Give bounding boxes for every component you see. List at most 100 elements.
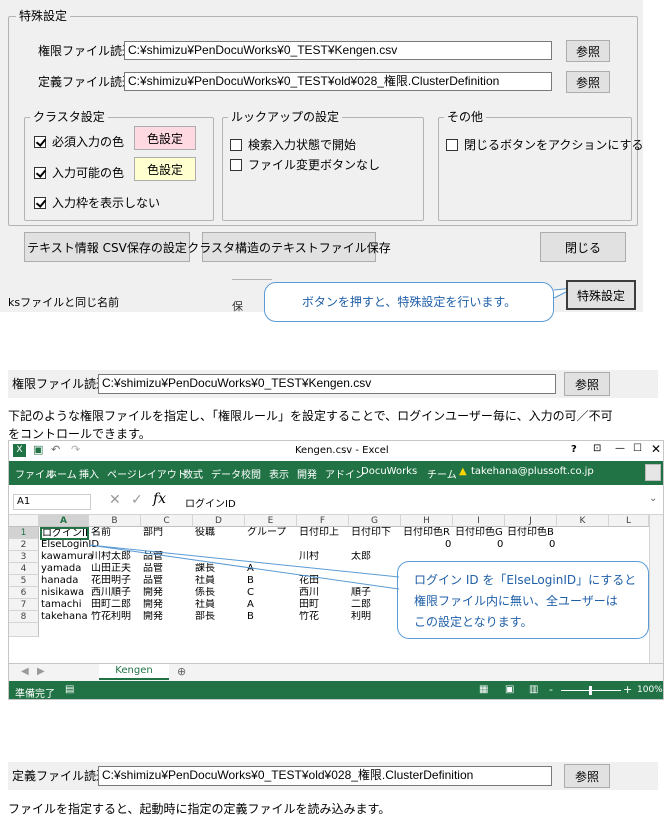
cell-a6[interactable]: nisikawa bbox=[41, 587, 84, 599]
input-color-checkbox[interactable]: 入力可能の色 bbox=[34, 164, 124, 181]
cell-h1[interactable]: 日付印色R bbox=[403, 527, 450, 539]
undo-icon[interactable]: ↶ bbox=[51, 443, 60, 456]
col-header-l[interactable]: L bbox=[609, 515, 649, 527]
cancel-icon[interactable]: ✕ bbox=[109, 492, 121, 508]
tab-developer[interactable]: 開発 bbox=[297, 466, 317, 481]
tab-formulas[interactable]: 数式 bbox=[183, 466, 203, 481]
cell-e1[interactable]: グループ bbox=[247, 527, 286, 539]
row-header-5[interactable]: 5 bbox=[9, 575, 39, 587]
cell-f7[interactable]: 田町 bbox=[299, 599, 319, 611]
cell-a5[interactable]: hanada bbox=[41, 575, 78, 587]
cell-j2[interactable]: 0 bbox=[549, 539, 555, 551]
def-browse-button-2[interactable]: 参照 bbox=[564, 764, 610, 788]
cell-b8[interactable]: 竹花利明 bbox=[91, 611, 131, 623]
row-header-3[interactable]: 3 bbox=[9, 551, 39, 563]
cell-j1[interactable]: 日付印色B bbox=[507, 527, 554, 539]
cell-b1[interactable]: 名前 bbox=[91, 527, 111, 539]
row-header-9[interactable] bbox=[9, 623, 39, 637]
def-file-path-input[interactable]: C:¥shimizu¥PenDocuWorks¥0_TEST¥old¥028_権… bbox=[124, 72, 552, 91]
col-header-d[interactable]: D bbox=[193, 515, 245, 527]
required-color-checkbox[interactable]: 必須入力の色 bbox=[34, 133, 124, 150]
sheet-nav-left-icon[interactable]: ◀ bbox=[21, 666, 29, 677]
help-icon[interactable]: ? bbox=[571, 444, 577, 455]
minimize-icon[interactable]: — bbox=[615, 443, 625, 454]
ribbon-display-icon[interactable]: ⊡ bbox=[593, 443, 601, 454]
function-icon[interactable]: fx bbox=[153, 491, 166, 507]
avatar[interactable] bbox=[645, 464, 661, 481]
page-break-view-icon[interactable]: ▥ bbox=[529, 684, 538, 695]
col-header-g[interactable]: G bbox=[349, 515, 401, 527]
auth-file-path-input[interactable]: C:¥shimizu¥PenDocuWorks¥0_TEST¥Kengen.cs… bbox=[124, 41, 552, 60]
hide-input-frame-checkbox[interactable]: 入力枠を表示しない bbox=[34, 194, 160, 211]
zoom-in-icon[interactable]: + bbox=[623, 683, 632, 696]
special-settings-button[interactable]: 特殊設定 bbox=[566, 280, 636, 310]
expand-formula-icon[interactable]: ⌄ bbox=[649, 493, 657, 504]
save-icon[interactable]: ▣ bbox=[33, 443, 43, 456]
formula-input[interactable]: ログインID bbox=[185, 495, 236, 510]
zoom-out-icon[interactable]: - bbox=[549, 683, 553, 696]
cell-c7[interactable]: 開発 bbox=[143, 599, 163, 611]
cell-d1[interactable]: 役職 bbox=[195, 527, 215, 539]
select-all-corner[interactable] bbox=[9, 515, 39, 527]
vertical-scrollbar[interactable] bbox=[649, 515, 663, 663]
normal-view-icon[interactable]: ▦ bbox=[479, 684, 488, 695]
confirm-icon[interactable]: ✓ bbox=[131, 492, 143, 508]
auth-browse-button-2[interactable]: 参照 bbox=[564, 372, 610, 396]
def-browse-button[interactable]: 参照 bbox=[566, 71, 610, 93]
cell-e8[interactable]: B bbox=[247, 611, 254, 623]
cell-a4[interactable]: yamada bbox=[41, 563, 81, 575]
maximize-icon[interactable]: ☐ bbox=[633, 443, 642, 454]
account-email[interactable]: takehana@plussoft.co.jp bbox=[471, 466, 594, 477]
row-header-8[interactable]: 8 bbox=[9, 611, 39, 623]
col-header-i[interactable]: I bbox=[453, 515, 505, 527]
zoom-slider-thumb[interactable] bbox=[589, 686, 592, 695]
def-file-path-input-2[interactable]: C:¥shimizu¥PenDocuWorks¥0_TEST¥old¥028_権… bbox=[98, 766, 552, 786]
row-header-7[interactable]: 7 bbox=[9, 599, 39, 611]
row-header-4[interactable]: 4 bbox=[9, 563, 39, 575]
cell-c8[interactable]: 開発 bbox=[143, 611, 163, 623]
no-file-change-checkbox[interactable]: ファイル変更ボタンなし bbox=[230, 156, 380, 173]
cell-a8[interactable]: takehana bbox=[41, 611, 88, 623]
cell-i1[interactable]: 日付印色G bbox=[455, 527, 503, 539]
col-header-e[interactable]: E bbox=[245, 515, 297, 527]
cell-e7[interactable]: A bbox=[247, 599, 254, 611]
start-search-checkbox[interactable]: 検索入力状態で開始 bbox=[230, 136, 356, 153]
row-header-2[interactable]: 2 bbox=[9, 539, 39, 551]
cell-f8[interactable]: 竹花 bbox=[299, 611, 319, 623]
cell-g7[interactable]: 二郎 bbox=[351, 599, 371, 611]
cell-d8[interactable]: 部長 bbox=[195, 611, 215, 623]
auth-file-path-input-2[interactable]: C:¥shimizu¥PenDocuWorks¥0_TEST¥Kengen.cs… bbox=[98, 374, 556, 394]
macro-record-icon[interactable]: ▤ bbox=[65, 684, 74, 695]
col-header-h[interactable]: H bbox=[401, 515, 453, 527]
name-box[interactable]: A1 bbox=[13, 494, 91, 510]
cell-f1[interactable]: 日付印上 bbox=[299, 527, 339, 539]
tab-docuworks[interactable]: DocuWorks bbox=[361, 466, 417, 477]
auth-browse-button[interactable]: 参照 bbox=[566, 40, 610, 62]
close-as-action-checkbox[interactable]: 閉じるボタンをアクションにする bbox=[446, 136, 644, 153]
tab-page-layout[interactable]: ページレイアウト bbox=[107, 466, 187, 481]
tab-insert[interactable]: 挿入 bbox=[79, 466, 99, 481]
required-color-button[interactable]: 色設定 bbox=[134, 126, 196, 150]
col-header-k[interactable]: K bbox=[557, 515, 609, 527]
row-header-6[interactable]: 6 bbox=[9, 587, 39, 599]
close-button[interactable]: 閉じる bbox=[540, 232, 626, 262]
row-header-1[interactable]: 1 bbox=[9, 527, 39, 539]
sheet-tab-kengen[interactable]: Kengen bbox=[99, 664, 169, 680]
col-header-c[interactable]: C bbox=[141, 515, 193, 527]
cell-a7[interactable]: tamachi bbox=[41, 599, 82, 611]
add-sheet-icon[interactable]: ⊕ bbox=[177, 665, 186, 678]
col-header-b[interactable]: B bbox=[89, 515, 141, 527]
tab-home[interactable]: ホーム bbox=[47, 466, 77, 481]
redo-icon[interactable]: ↷ bbox=[71, 443, 80, 456]
tab-view[interactable]: 表示 bbox=[269, 466, 289, 481]
cluster-text-save-button[interactable]: クラスタ構造のテキストファイル保存 bbox=[187, 232, 391, 262]
cell-i2[interactable]: 0 bbox=[497, 539, 503, 551]
cell-b7[interactable]: 田町二郎 bbox=[91, 599, 131, 611]
cell-h2[interactable]: 0 bbox=[445, 539, 451, 551]
close-window-icon[interactable]: ✕ bbox=[651, 442, 661, 456]
excel-grid[interactable]: A B C D E F G H I J K L 1 2 3 4 5 6 7 8 … bbox=[9, 515, 663, 663]
tab-addin[interactable]: アドイン bbox=[325, 466, 365, 481]
tab-team[interactable]: チーム bbox=[427, 466, 457, 481]
cell-g1[interactable]: 日付印下 bbox=[351, 527, 391, 539]
cell-d7[interactable]: 社員 bbox=[195, 599, 215, 611]
